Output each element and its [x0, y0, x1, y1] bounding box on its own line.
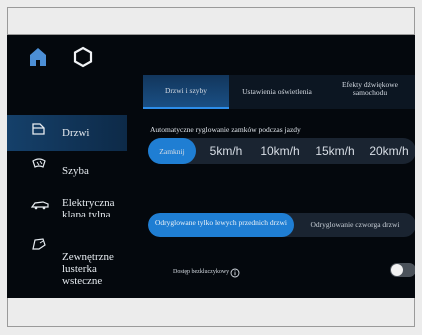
sidebar-item-label: Drzwi	[62, 127, 90, 139]
auto-lock-speed-selector: Zamknij 5km/h 10km/h 15km/h 20km/h	[148, 138, 415, 164]
bottom-bar	[7, 298, 415, 327]
door-icon	[31, 122, 47, 136]
unlock-mode-selector: Odryglowane tylko lewych przednich drzwi…	[148, 213, 415, 237]
unlock-option-front-left[interactable]: Odryglowane tylko lewych przednich drzwi	[148, 213, 294, 237]
speed-option-5[interactable]: 5km/h	[200, 138, 252, 164]
sidebar-item-label: Elektryczna klapa tylna	[62, 197, 115, 217]
toggle-knob	[391, 264, 403, 276]
hexagon-icon[interactable]	[73, 46, 93, 68]
home-icon[interactable]	[29, 47, 47, 67]
sidebar-item-label: Zewnętrzne lusterka wsteczne	[62, 251, 114, 287]
vehicle-settings-screen: Drzwi i szyby Ustawienia oświetlenia Efe…	[7, 35, 415, 298]
tab-car-sound-effects[interactable]: Efekty dźwiękowe samochodu	[325, 75, 415, 105]
auto-lock-title: Automatyczne ryglowanie zamków podczas j…	[150, 125, 301, 134]
settings-tabs: Drzwi i szyby Ustawienia oświetlenia Efe…	[143, 75, 415, 109]
app-frame: Drzwi i szyby Ustawienia oświetlenia Efe…	[0, 0, 422, 335]
tab-lighting-settings[interactable]: Ustawienia oświetlenia	[229, 75, 325, 109]
sidebar-item-side-mirrors[interactable]: Zewnętrzne lusterka wsteczne	[7, 231, 127, 293]
sidebar-item-doors[interactable]: Drzwi	[7, 115, 127, 151]
keyless-entry-label: Dostęp bezkluczykowy	[173, 269, 230, 275]
sidebar-item-label: Szyba	[62, 165, 89, 177]
sidebar-item-windshield[interactable]: Szyba	[7, 153, 127, 189]
windshield-icon	[31, 157, 47, 171]
info-icon[interactable]	[230, 265, 240, 278]
top-status-bar	[7, 7, 415, 35]
speed-option-lock[interactable]: Zamknij	[148, 138, 196, 164]
speed-option-15[interactable]: 15km/h	[308, 138, 362, 164]
keyless-entry-toggle[interactable]	[390, 263, 415, 277]
speed-option-10[interactable]: 10km/h	[252, 138, 308, 164]
tab-doors-windows[interactable]: Drzwi i szyby	[143, 75, 229, 109]
unlock-option-all-doors[interactable]: Odryglowanie czworga drzwi	[294, 213, 415, 237]
tailgate-icon	[30, 197, 49, 211]
sidebar-item-tailgate[interactable]: Elektryczna klapa tylna	[7, 191, 127, 217]
speed-option-20[interactable]: 20km/h	[362, 138, 415, 164]
side-mirror-icon	[31, 237, 47, 251]
